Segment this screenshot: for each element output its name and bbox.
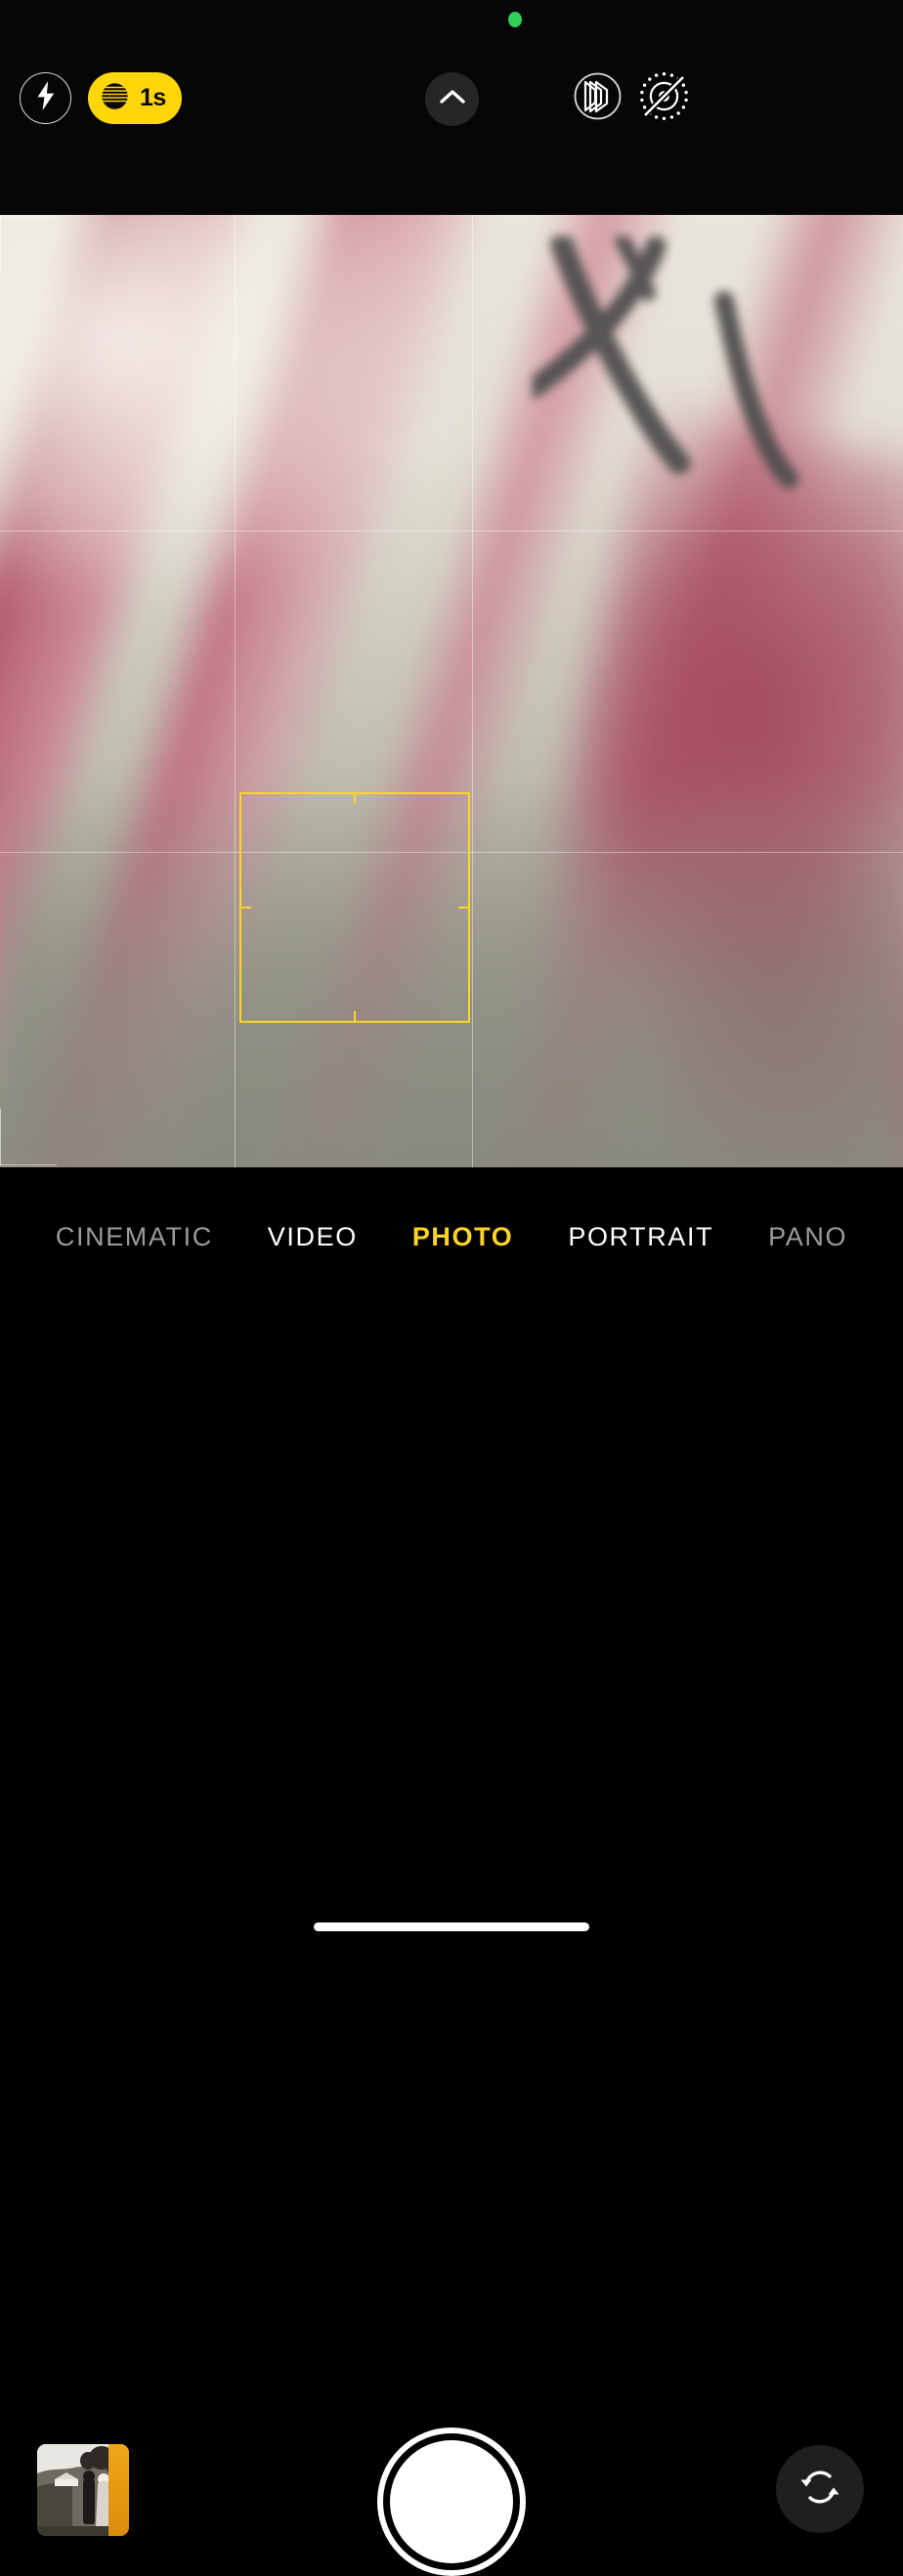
flash-button[interactable] [20,72,71,124]
frame-corner-mark-bottom-left-v [0,1109,1,1165]
camera-app: 1s CINEMATIC VIDEO PHOTO PORTRAIT PANO [0,0,903,2576]
reticle-tick-bottom [354,1011,356,1022]
night-mode-icon [99,80,131,117]
top-control-bar: 1s [0,0,903,215]
frame-corner-mark-bottom-left-h [0,1164,57,1165]
thumbnail-edge-strip [108,2444,129,2536]
top-controls-row: 1s [0,70,903,129]
focus-exposure-reticle[interactable] [239,792,470,1023]
grid-line-vertical-2 [472,215,473,1167]
night-mode-button[interactable]: 1s [88,72,182,124]
photographic-styles-icon [572,70,624,127]
night-mode-duration-label: 1s [140,84,166,111]
shutter-button[interactable] [377,2428,526,2576]
reticle-tick-left [240,907,251,908]
flip-camera-button[interactable] [776,2445,864,2533]
grid-line-horizontal-1 [0,530,903,531]
mode-photo[interactable]: PHOTO [412,1222,514,1252]
reticle-tick-top [354,793,356,804]
mode-pano[interactable]: PANO [768,1222,847,1252]
live-photo-off-icon [638,70,690,127]
frame-corner-mark-top-left-v [0,217,1,274]
flip-camera-icon [796,2463,844,2516]
grid-line-vertical-1 [235,215,236,1167]
reticle-tick-right [458,907,469,908]
camera-preview-image [0,215,903,1167]
home-indicator [314,1922,589,1931]
camera-privacy-indicator-dot [508,12,522,27]
mode-video[interactable]: VIDEO [268,1222,358,1252]
last-photo-thumbnail[interactable] [37,2444,129,2536]
shutter-button-inner [390,2440,513,2563]
frame-corner-mark-top-left-h [0,217,57,218]
mode-portrait[interactable]: PORTRAIT [568,1222,713,1252]
camera-viewfinder[interactable]: 0,5 1× [0,215,903,1167]
flash-icon [35,81,57,115]
more-options-button[interactable] [425,72,479,126]
mode-cinematic[interactable]: CINEMATIC [56,1222,213,1252]
mode-selector[interactable]: CINEMATIC VIDEO PHOTO PORTRAIT PANO [0,1214,903,1259]
chevron-up-icon [439,88,466,110]
photographic-styles-button[interactable] [572,72,624,124]
live-photo-button[interactable] [638,70,690,127]
bottom-control-bar: CINEMATIC VIDEO PHOTO PORTRAIT PANO [0,1167,903,2576]
